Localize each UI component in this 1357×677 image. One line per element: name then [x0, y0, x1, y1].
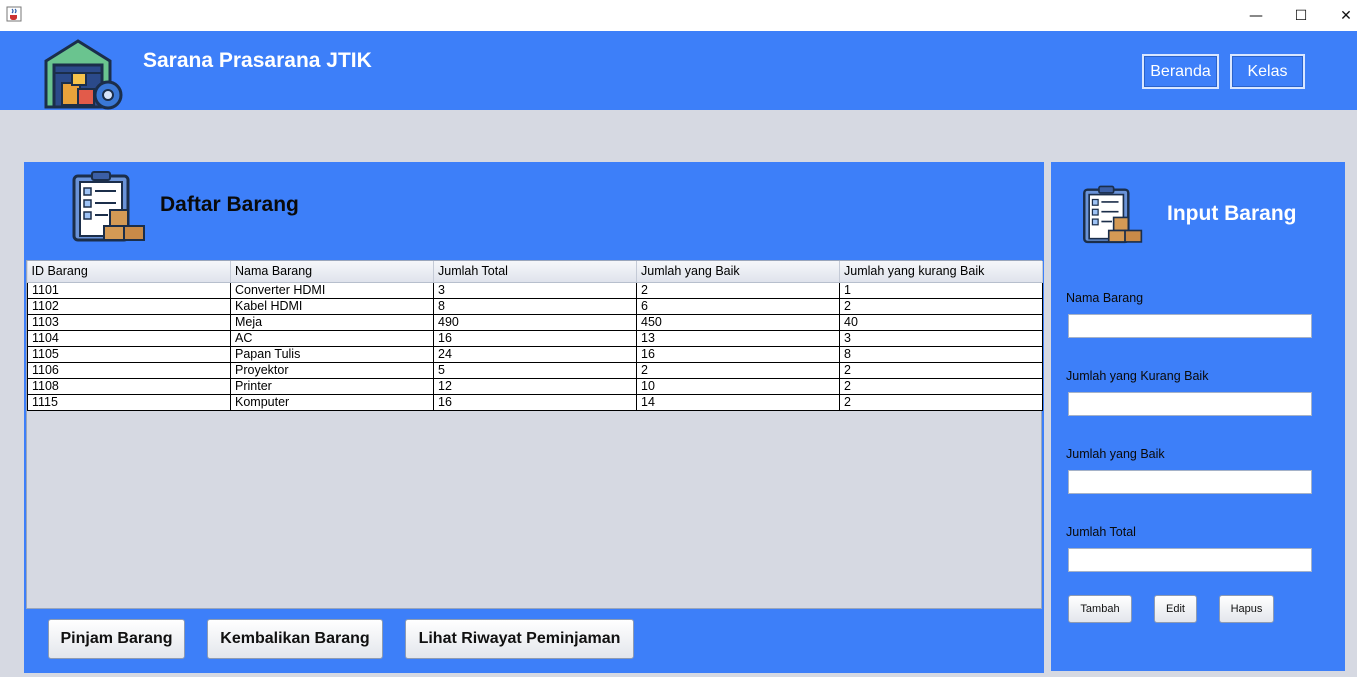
table-cell[interactable]: 2: [839, 297, 1043, 315]
table-cell[interactable]: 1102: [27, 297, 231, 315]
table-cell[interactable]: 13: [636, 329, 840, 347]
table-cell[interactable]: Proyektor: [230, 361, 434, 379]
table-cell[interactable]: Papan Tulis: [230, 345, 434, 363]
nama-barang-input[interactable]: [1068, 314, 1312, 338]
table-cell[interactable]: 16: [433, 393, 637, 411]
hapus-button[interactable]: Hapus: [1219, 595, 1274, 623]
pinjam-barang-button[interactable]: Pinjam Barang: [48, 619, 185, 659]
minimize-button[interactable]: —: [1233, 0, 1279, 31]
table-cell[interactable]: 10: [636, 377, 840, 395]
table-row[interactable]: 1115 Komputer 16 14 2: [27, 393, 1043, 411]
table-row[interactable]: 1108 Printer 12 10 2: [27, 377, 1043, 395]
table-cell[interactable]: 1106: [27, 361, 231, 379]
column-header-baik[interactable]: Jumlah yang Baik: [636, 261, 840, 283]
table-row[interactable]: 1102 Kabel HDMI 8 6 2: [27, 297, 1043, 315]
table-cell[interactable]: 1101: [27, 281, 231, 299]
table-cell[interactable]: 1108: [27, 377, 231, 395]
table-cell[interactable]: 490: [433, 313, 637, 331]
tambah-button[interactable]: Tambah: [1068, 595, 1132, 623]
jumlah-kurang-baik-input[interactable]: [1068, 392, 1312, 416]
edit-button[interactable]: Edit: [1154, 595, 1197, 623]
table-row[interactable]: 1101 Converter HDMI 3 2 1: [27, 281, 1043, 299]
table-cell[interactable]: 1104: [27, 329, 231, 347]
table-cell[interactable]: Komputer: [230, 393, 434, 411]
table-cell[interactable]: Converter HDMI: [230, 281, 434, 299]
table-cell[interactable]: 1105: [27, 345, 231, 363]
java-cup-icon: [6, 6, 22, 22]
table-cell[interactable]: 1: [839, 281, 1043, 299]
window-titlebar: — ☐ ✕: [0, 0, 1357, 31]
column-header-total[interactable]: Jumlah Total: [433, 261, 637, 283]
app-header: Sarana Prasarana JTIK Beranda Kelas: [0, 31, 1357, 110]
table-cell[interactable]: Printer: [230, 377, 434, 395]
table-cell[interactable]: Meja: [230, 313, 434, 331]
table-row[interactable]: 1106 Proyektor 5 2 2: [27, 361, 1043, 379]
table-cell[interactable]: Kabel HDMI: [230, 297, 434, 315]
table-cell[interactable]: 40: [839, 313, 1043, 331]
table-cell[interactable]: 1103: [27, 313, 231, 331]
jumlah-baik-input[interactable]: [1068, 470, 1312, 494]
table-cell[interactable]: 2: [839, 393, 1043, 411]
input-barang-panel: Input Barang Nama Barang Jumlah yang Kur…: [1051, 162, 1345, 671]
app-title: Sarana Prasarana JTIK: [143, 49, 372, 72]
clipboard-boxes-icon: [72, 171, 145, 242]
jumlah-baik-label: Jumlah yang Baik: [1066, 447, 1165, 461]
table-header-row: ID Barang Nama Barang Jumlah Total Jumla…: [27, 261, 1043, 283]
nama-barang-label: Nama Barang: [1066, 291, 1144, 305]
lihat-riwayat-button[interactable]: Lihat Riwayat Peminjaman: [405, 619, 634, 659]
close-button[interactable]: ✕: [1323, 0, 1357, 31]
kembalikan-barang-button[interactable]: Kembalikan Barang: [207, 619, 383, 659]
clipboard-boxes-icon: [1083, 185, 1143, 244]
column-header-nama[interactable]: Nama Barang: [230, 261, 434, 283]
table-cell[interactable]: 1115: [27, 393, 231, 411]
table-cell[interactable]: 16: [636, 345, 840, 363]
table-cell[interactable]: 24: [433, 345, 637, 363]
beranda-button[interactable]: Beranda: [1142, 54, 1219, 89]
table-row[interactable]: 1103 Meja 490 450 40: [27, 313, 1043, 331]
barang-table-scrollpane[interactable]: ID Barang Nama Barang Jumlah Total Jumla…: [26, 260, 1043, 609]
table-cell[interactable]: 8: [839, 345, 1043, 363]
daftar-barang-title: Daftar Barang: [160, 193, 299, 216]
table-cell[interactable]: 8: [433, 297, 637, 315]
maximize-button[interactable]: ☐: [1278, 0, 1324, 31]
daftar-barang-panel: Daftar Barang ID Barang Nama Barang Juml…: [24, 162, 1044, 673]
table-cell[interactable]: 12: [433, 377, 637, 395]
table-row[interactable]: 1105 Papan Tulis 24 16 8: [27, 345, 1043, 363]
jumlah-total-label: Jumlah Total: [1066, 525, 1136, 539]
table-cell[interactable]: 3: [433, 281, 637, 299]
table-cell[interactable]: 2: [839, 377, 1043, 395]
table-cell[interactable]: 16: [433, 329, 637, 347]
table-cell[interactable]: 450: [636, 313, 840, 331]
input-barang-title: Input Barang: [1167, 202, 1297, 225]
column-header-id[interactable]: ID Barang: [27, 261, 231, 283]
table-cell[interactable]: 6: [636, 297, 840, 315]
table-cell[interactable]: 3: [839, 329, 1043, 347]
table-cell[interactable]: 2: [839, 361, 1043, 379]
warehouse-gear-icon: [44, 39, 123, 110]
jumlah-total-input[interactable]: [1068, 548, 1312, 572]
kelas-button[interactable]: Kelas: [1230, 54, 1305, 89]
column-header-kurang-baik[interactable]: Jumlah yang kurang Baik: [839, 261, 1043, 283]
table-cell[interactable]: 2: [636, 281, 840, 299]
table-cell[interactable]: AC: [230, 329, 434, 347]
barang-table[interactable]: ID Barang Nama Barang Jumlah Total Jumla…: [27, 261, 1043, 411]
table-row[interactable]: 1104 AC 16 13 3: [27, 329, 1043, 347]
table-cell[interactable]: 5: [433, 361, 637, 379]
table-cell[interactable]: 14: [636, 393, 840, 411]
jumlah-kurang-baik-label: Jumlah yang Kurang Baik: [1066, 369, 1209, 383]
table-cell[interactable]: 2: [636, 361, 840, 379]
